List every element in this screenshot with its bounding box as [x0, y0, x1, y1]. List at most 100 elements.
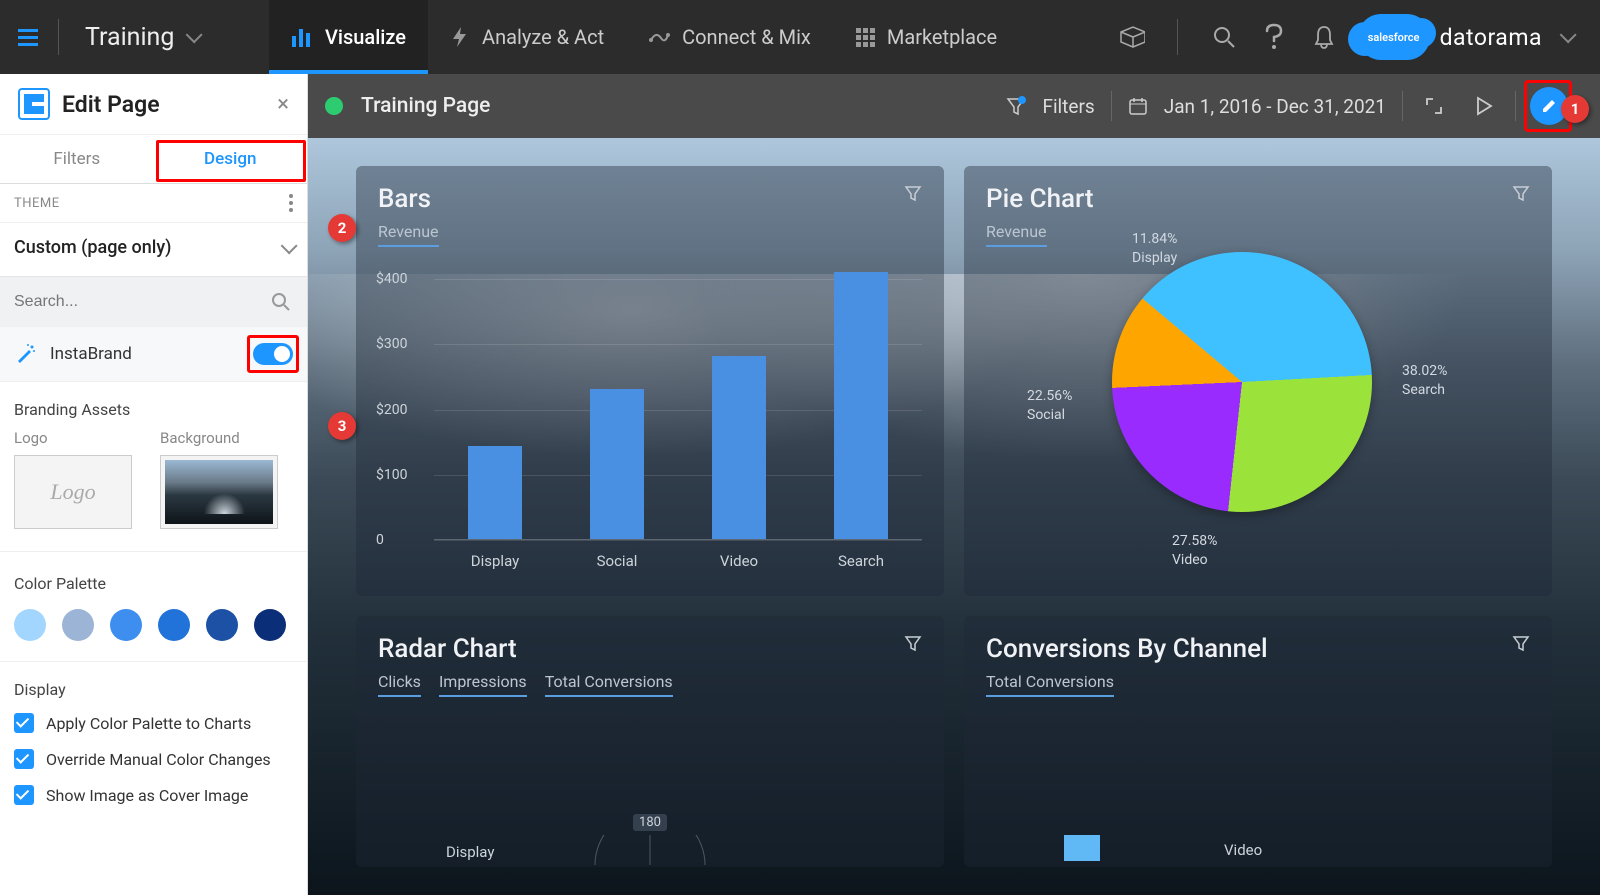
background-upload[interactable]: [160, 455, 278, 529]
display-option-row: Show Image as Cover Image: [14, 777, 293, 813]
palette-swatch[interactable]: [110, 609, 142, 641]
palette-swatches: [0, 603, 307, 662]
checkbox[interactable]: [14, 749, 34, 769]
display-option-row: Override Manual Color Changes: [14, 741, 293, 777]
widget-metric: Total Conversions: [986, 672, 1114, 697]
logo-label: Logo: [14, 429, 132, 447]
sidebar-title: Edit Page: [62, 91, 265, 118]
widget-pie[interactable]: Pie Chart Revenue 38.02%Search27.58%Vide…: [964, 166, 1552, 596]
play-icon[interactable]: [1469, 91, 1499, 121]
sidebar: Edit Page × Filters Design THEME Custom …: [0, 74, 308, 895]
expand-icon[interactable]: [1419, 91, 1449, 121]
divider: [1177, 19, 1178, 55]
brand-product: datorama: [1440, 24, 1542, 51]
cube-icon[interactable]: [1117, 23, 1145, 51]
palette-swatch[interactable]: [206, 609, 238, 641]
annotation-highlight: [247, 335, 299, 373]
widget-title: Conversions By Channel: [986, 634, 1268, 664]
filter-icon[interactable]: [904, 634, 922, 652]
filters-label: Filters: [1042, 95, 1094, 118]
bar-chart: 0$100$200$300$400DisplaySocialVideoSearc…: [434, 266, 922, 540]
display-option-label: Apply Color Palette to Charts: [46, 714, 251, 733]
page-title: Training Page: [361, 94, 490, 118]
widget-conversions[interactable]: Conversions By Channel Total Conversions…: [964, 616, 1552, 867]
divider: [58, 19, 59, 55]
radar-axis-label: Display: [446, 843, 494, 861]
display-option-label: Override Manual Color Changes: [46, 750, 271, 769]
widget-metric: Total Conversions: [545, 672, 673, 697]
theme-section-label: THEME: [14, 196, 60, 211]
annotation-callout-2: 2: [328, 214, 356, 242]
palette-swatch[interactable]: [14, 609, 46, 641]
connect-icon: [648, 26, 670, 48]
logo-upload[interactable]: Logo: [14, 455, 132, 529]
display-option-label: Show Image as Cover Image: [46, 786, 248, 805]
search-icon[interactable]: [1210, 23, 1238, 51]
tab-filters[interactable]: Filters: [0, 135, 154, 183]
help-icon[interactable]: [1260, 23, 1288, 51]
search-row: [0, 277, 307, 327]
nav-tab-analyze[interactable]: Analyze & Act: [428, 0, 626, 74]
workspace-switcher[interactable]: Training: [69, 23, 269, 52]
workspace-name: Training: [85, 23, 174, 52]
chevron-down-icon[interactable]: [1560, 26, 1577, 43]
widget-metric: Impressions: [439, 672, 527, 697]
search-input[interactable]: [0, 277, 271, 327]
background-asset: Background: [160, 429, 278, 529]
date-range-text: Jan 1, 2016 - Dec 31, 2021: [1164, 95, 1386, 118]
branding-assets-label: Branding Assets: [0, 382, 307, 429]
chevron-down-icon: [281, 237, 298, 254]
display-section-label: Display: [14, 680, 293, 705]
display-option-row: Apply Color Palette to Charts: [14, 705, 293, 741]
palette-swatch[interactable]: [158, 609, 190, 641]
search-icon[interactable]: [271, 292, 307, 312]
filters-button[interactable]: Filters: [990, 95, 1110, 118]
annotation-callout-1: 1: [1561, 95, 1589, 123]
menu-hamburger-icon[interactable]: [8, 17, 48, 57]
nav-tabs: Visualize Analyze & Act Connect & Mix Ma…: [269, 0, 1019, 74]
widget-metric: Clicks: [378, 672, 421, 697]
brand-logo: salesforce datorama: [1358, 14, 1592, 60]
color-palette-label: Color Palette: [0, 552, 307, 603]
widget-title: Radar Chart: [378, 634, 673, 664]
radar-tick: 180: [633, 814, 667, 831]
filter-icon[interactable]: [904, 184, 922, 202]
palette-swatch[interactable]: [254, 609, 286, 641]
nav-tab-label: Marketplace: [887, 25, 997, 49]
widget-title: Bars: [378, 184, 439, 214]
sidebar-tabs: Filters Design: [0, 135, 307, 184]
nav-tab-marketplace[interactable]: Marketplace: [833, 0, 1019, 74]
widget-title: Pie Chart: [986, 184, 1094, 214]
widget-metric: Revenue: [986, 222, 1047, 247]
palette-swatch[interactable]: [62, 609, 94, 641]
checkbox[interactable]: [14, 785, 34, 805]
background-label: Background: [160, 429, 278, 447]
more-menu-icon[interactable]: [289, 194, 293, 212]
annotation-callout-3: 3: [328, 412, 356, 440]
close-icon[interactable]: ×: [277, 92, 289, 117]
bolt-icon: [450, 26, 470, 48]
checkbox[interactable]: [14, 713, 34, 733]
logo-asset: Logo Logo: [14, 429, 132, 529]
theme-selector[interactable]: Custom (page only): [0, 223, 307, 277]
filter-icon[interactable]: [1512, 634, 1530, 652]
widget-metric: Revenue: [378, 222, 439, 247]
nav-tab-connect[interactable]: Connect & Mix: [626, 0, 833, 74]
nav-tab-visualize[interactable]: Visualize: [269, 0, 428, 74]
widget-radar[interactable]: Radar Chart Clicks Impressions Total Con…: [356, 616, 944, 867]
salesforce-cloud-icon: salesforce: [1358, 14, 1430, 60]
date-range-picker[interactable]: Jan 1, 2016 - Dec 31, 2021: [1112, 95, 1402, 118]
instabrand-row: InstaBrand: [0, 327, 307, 382]
bar-chart-icon: [291, 26, 313, 48]
theme-name: Custom (page only): [14, 237, 171, 258]
conversion-bar-partial: [1064, 835, 1100, 861]
widget-bars[interactable]: Bars Revenue 0$100$200$300$400DisplaySoc…: [356, 166, 944, 596]
filter-icon[interactable]: [1512, 184, 1530, 202]
conversion-axis-label: Video: [1224, 841, 1262, 859]
nav-tab-label: Visualize: [325, 25, 406, 49]
grid-icon: [855, 27, 875, 47]
bell-icon[interactable]: [1310, 23, 1338, 51]
chevron-down-icon: [186, 26, 203, 43]
instabrand-label: InstaBrand: [50, 344, 239, 364]
sidebar-header: Edit Page ×: [0, 74, 307, 135]
